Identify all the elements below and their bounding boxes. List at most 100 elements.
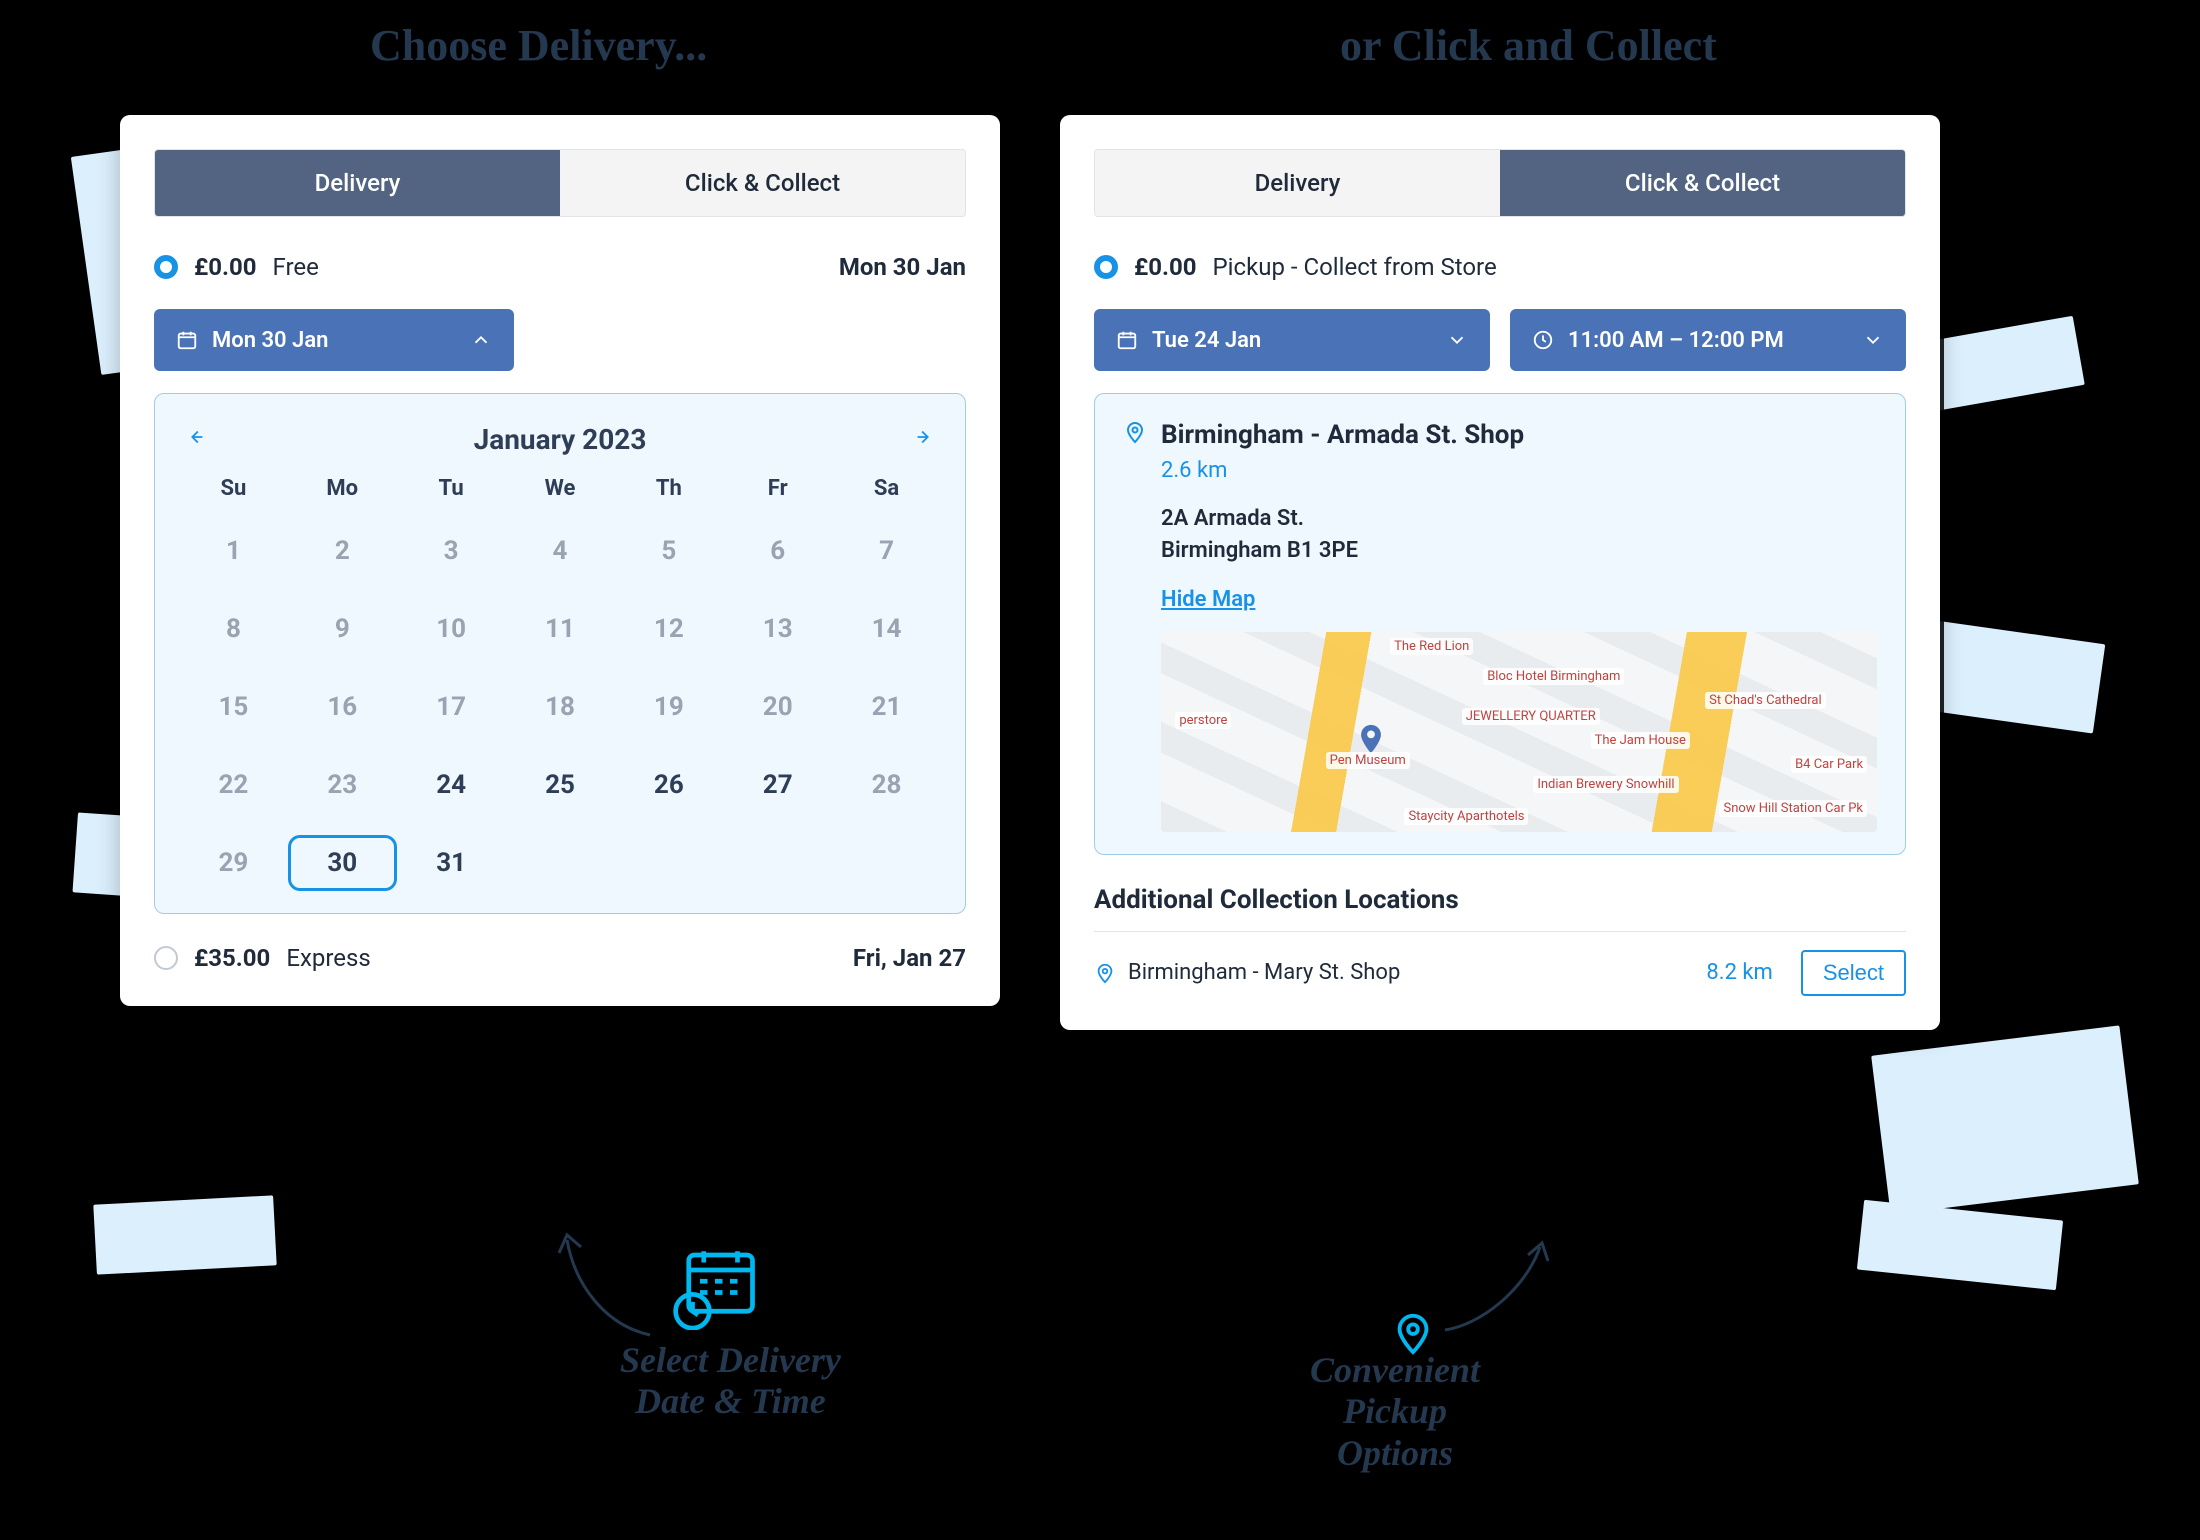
location-addr1: 2A Armada St. [1161, 503, 1877, 535]
calendar-dow: Tu [397, 476, 506, 501]
paper-slip [1871, 1025, 2139, 1214]
option-pickup[interactable]: £0.00 Pickup - Collect from Store [1094, 253, 1906, 281]
calendar-day: 28 [832, 757, 941, 813]
select-location-button[interactable]: Select [1801, 950, 1906, 996]
time-picker[interactable]: 11:00 AM – 12:00 PM [1510, 309, 1906, 371]
option-pickup-label: Pickup - Collect from Store [1213, 253, 1497, 281]
time-picker-label: 11:00 AM – 12:00 PM [1568, 328, 1848, 353]
calendar-day[interactable]: 24 [397, 757, 506, 813]
calendar-day: 2 [288, 523, 397, 579]
calendar-title: January 2023 [474, 423, 647, 456]
collect-card: Delivery Click & Collect £0.00 Pickup - … [1060, 115, 1940, 1030]
headline-collect: or Click and Collect [1340, 20, 1717, 71]
calendar-dow: Su [179, 476, 288, 501]
option-free[interactable]: £0.00 Free Mon 30 Jan [154, 253, 966, 281]
calendar-day: 15 [179, 679, 288, 735]
calendar-day[interactable]: 26 [614, 757, 723, 813]
hide-map-link[interactable]: Hide Map [1161, 587, 1255, 612]
calendar-dow: We [506, 476, 615, 501]
calendar-day: 10 [397, 601, 506, 657]
alt-location-distance: 8.2 km [1706, 960, 1772, 985]
date-picker-label: Mon 30 Jan [212, 328, 456, 353]
cal-prev[interactable] [179, 420, 213, 458]
tab-delivery[interactable]: Delivery [155, 150, 560, 216]
calendar-day: 22 [179, 757, 288, 813]
calendar-day: 5 [614, 523, 723, 579]
selected-location: Birmingham - Armada St. Shop 2.6 km 2A A… [1094, 393, 1906, 855]
headline-delivery: Choose Delivery... [370, 20, 707, 71]
divider [1094, 931, 1906, 932]
radio-unselected-icon [154, 946, 178, 970]
arrow-left-icon [185, 426, 207, 448]
calendar-day: 1 [179, 523, 288, 579]
callout-delivery: Select Delivery Date & Time [620, 1340, 841, 1423]
calendar-day: 14 [832, 601, 941, 657]
chevron-down-icon [1862, 329, 1884, 351]
chevron-down-icon [1446, 329, 1468, 351]
calendar-day: 7 [832, 523, 941, 579]
calendar-day: 29 [179, 835, 288, 891]
option-free-price: £0.00 [194, 253, 257, 281]
option-express-date: Fri, Jan 27 [853, 944, 966, 972]
map-poi-label: The Jam House [1591, 732, 1690, 749]
calendar-day[interactable]: 25 [506, 757, 615, 813]
tab-collect[interactable]: Click & Collect [560, 150, 965, 216]
calendar-day: 11 [506, 601, 615, 657]
date-picker[interactable]: Tue 24 Jan [1094, 309, 1490, 371]
calendar-dow: Mo [288, 476, 397, 501]
radio-selected-icon [154, 255, 178, 279]
map-pin-icon [1354, 722, 1388, 756]
map-poi-label: The Red Lion [1390, 638, 1473, 655]
additional-locations-heading: Additional Collection Locations [1094, 885, 1906, 915]
calendar-day: 21 [832, 679, 941, 735]
option-free-date: Mon 30 Jan [839, 253, 966, 281]
location-distance: 2.6 km [1161, 458, 1877, 483]
map-poi-label: Pen Museum [1326, 752, 1410, 769]
map-poi-label: St Chad's Cathedral [1705, 692, 1825, 709]
option-express-price: £35.00 [194, 944, 270, 972]
chevron-up-icon [470, 329, 492, 351]
paper-slip [93, 1195, 276, 1274]
tab-collect[interactable]: Click & Collect [1500, 150, 1905, 216]
option-free-label: Free [273, 253, 319, 281]
calendar-day: 23 [288, 757, 397, 813]
calendar-day[interactable]: 30 [288, 835, 397, 891]
alt-location-name: Birmingham - Mary St. Shop [1128, 960, 1694, 985]
option-express[interactable]: £35.00 Express Fri, Jan 27 [154, 944, 966, 972]
calendar-day[interactable]: 31 [397, 835, 506, 891]
cal-next[interactable] [907, 420, 941, 458]
map[interactable]: The Red LionBloc Hotel BirminghamJEWELLE… [1161, 632, 1877, 832]
date-picker-label: Tue 24 Jan [1152, 328, 1432, 353]
map-poi-label: Indian Brewery Snowhill [1533, 776, 1678, 793]
map-poi-label: Snow Hill Station Car Pk [1719, 800, 1867, 817]
option-pickup-price: £0.00 [1134, 253, 1197, 281]
location-name: Birmingham - Armada St. Shop [1161, 420, 1877, 450]
calendar-day: 19 [614, 679, 723, 735]
option-express-label: Express [286, 944, 370, 972]
map-poi-label: B4 Car Park [1791, 756, 1867, 773]
calendar-day[interactable]: 27 [723, 757, 832, 813]
arrow-right-icon [913, 426, 935, 448]
calendar-day: 18 [506, 679, 615, 735]
radio-selected-icon [1094, 255, 1118, 279]
calendar-dow: Sa [832, 476, 941, 501]
map-poi-label: perstore [1175, 712, 1231, 729]
calendar-icon [176, 329, 198, 351]
callout-pickup: Convenient Pickup Options [1310, 1350, 1480, 1474]
date-picker[interactable]: Mon 30 Jan [154, 309, 514, 371]
calendar-dow: Fr [723, 476, 832, 501]
calendar-day: 9 [288, 601, 397, 657]
calendar-icon [1116, 329, 1138, 351]
calendar-dow: Th [614, 476, 723, 501]
calendar-day: 20 [723, 679, 832, 735]
clock-icon [1532, 329, 1554, 351]
map-poi-label: JEWELLERY QUARTER [1462, 708, 1600, 725]
tab-delivery[interactable]: Delivery [1095, 150, 1500, 216]
calendar-day: 17 [397, 679, 506, 735]
calendar-day: 3 [397, 523, 506, 579]
calendar-day: 13 [723, 601, 832, 657]
calendar-day: 6 [723, 523, 832, 579]
pin-icon [1123, 420, 1147, 444]
tabs: Delivery Click & Collect [1094, 149, 1906, 217]
delivery-card: Delivery Click & Collect £0.00 Free Mon … [120, 115, 1000, 1006]
